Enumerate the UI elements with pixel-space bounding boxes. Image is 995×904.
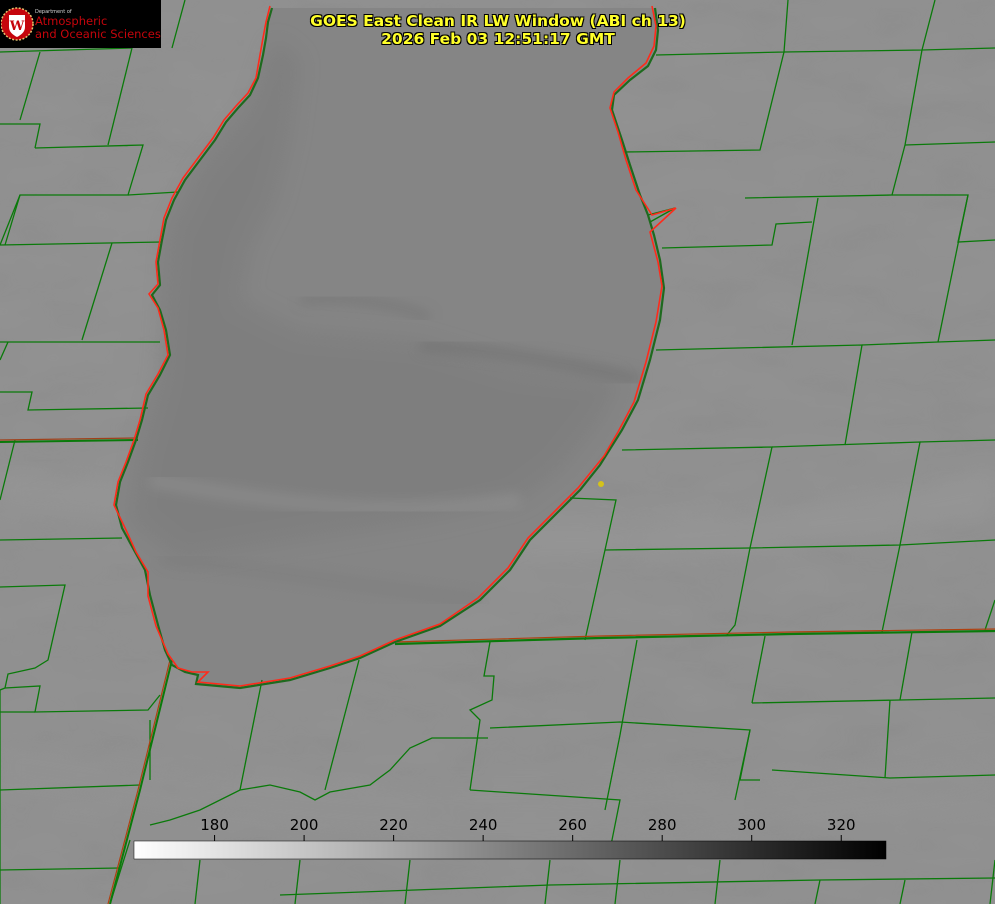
location-dot-icon — [598, 481, 604, 487]
crest-letter: W — [9, 19, 25, 34]
colorbar-tick-label: 220 — [379, 816, 408, 834]
title-line-timestamp: 2026 Feb 03 12:51:17 GMT — [381, 30, 615, 48]
uw-crest-icon: W — [1, 7, 34, 41]
colorbar-tick-label: 320 — [827, 816, 856, 834]
satellite-view: 180 200 220 240 260 280 300 320 W Department of… — [0, 0, 995, 904]
colorbar-gradient — [133, 840, 887, 860]
logo-name-line1: Atmospheric — [35, 14, 108, 28]
colorbar-tick-label: 180 — [200, 816, 229, 834]
image-title: GOES East Clean IR LW Window (ABI ch 13)… — [298, 12, 698, 48]
colorbar-tick-label: 260 — [558, 816, 587, 834]
logo-name-line2: and Oceanic Sciences — [35, 27, 161, 41]
colorbar-tick-label: 280 — [648, 816, 677, 834]
title-line-product: GOES East Clean IR LW Window (ABI ch 13) — [310, 12, 686, 30]
colorbar-tick-label: 200 — [290, 816, 319, 834]
aos-logo: W Department of Atmospheric and Oceanic … — [0, 0, 161, 48]
colorbar-tick-label: 240 — [469, 816, 498, 834]
colorbar-tick-label: 300 — [737, 816, 766, 834]
satellite-map: 180 200 220 240 260 280 300 320 — [0, 0, 995, 904]
